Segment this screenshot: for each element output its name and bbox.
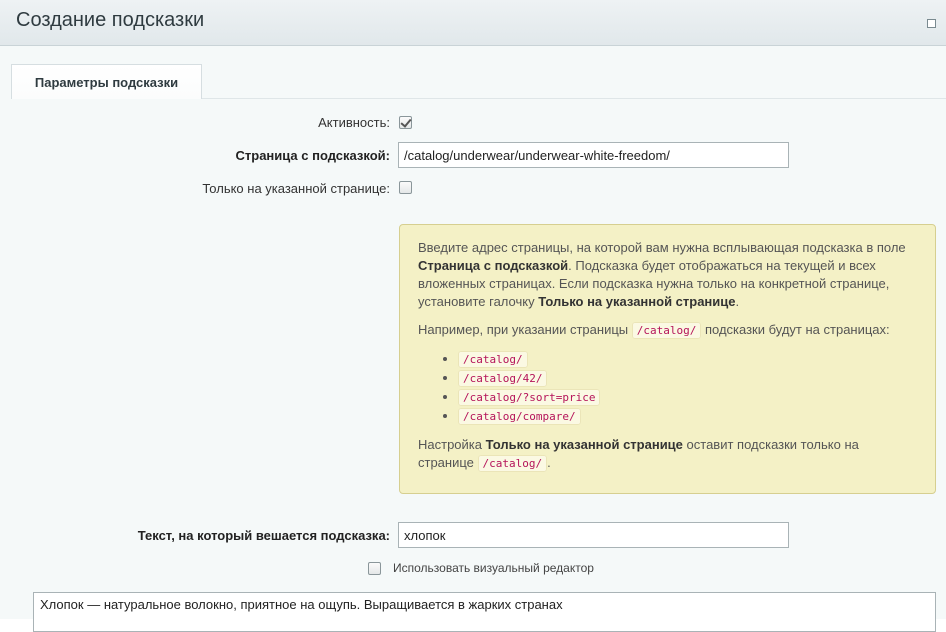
page-label: Страница с подсказкой: (235, 148, 391, 163)
tab-divider (202, 98, 946, 99)
hint-box: Введите адрес страницы, на которой вам н… (399, 224, 936, 494)
checkmark-icon (400, 116, 412, 128)
list-item: /catalog/ (458, 350, 917, 369)
list-item: /catalog/42/ (458, 369, 917, 388)
minimize-icon[interactable] (927, 19, 936, 28)
text-label: Текст, на который вешается подсказка: (137, 528, 390, 543)
active-checkbox[interactable] (399, 116, 412, 129)
hint-paragraph-2: Например, при указании страницы /catalog… (418, 322, 890, 339)
text-input[interactable] (398, 522, 789, 548)
visual-editor-checkbox[interactable] (368, 562, 381, 575)
hint-paragraph-3: Настройка Только на указанной странице о… (418, 437, 859, 472)
list-item: /catalog/compare/ (458, 407, 917, 426)
page-header: Создание подсказки (0, 0, 946, 46)
page-title: Создание подсказки (16, 9, 205, 31)
active-label: Активность: (318, 115, 390, 130)
page-input[interactable] (398, 142, 789, 168)
tab-tip-parameters[interactable]: Параметры подсказки (11, 64, 202, 99)
list-item: /catalog/?sort=price (458, 388, 917, 407)
hint-paragraph-1: Введите адрес страницы, на которой вам н… (418, 240, 906, 309)
only-page-checkbox[interactable] (399, 181, 412, 194)
visual-editor-label: Использовать визуальный редактор (393, 561, 594, 575)
hint-examples-list: /catalog/ /catalog/42/ /catalog/?sort=pr… (418, 350, 917, 426)
only-page-label: Только на указанной странице: (202, 181, 390, 196)
hint-text-area[interactable]: Хлопок — натуральное волокно, приятное н… (33, 592, 936, 632)
